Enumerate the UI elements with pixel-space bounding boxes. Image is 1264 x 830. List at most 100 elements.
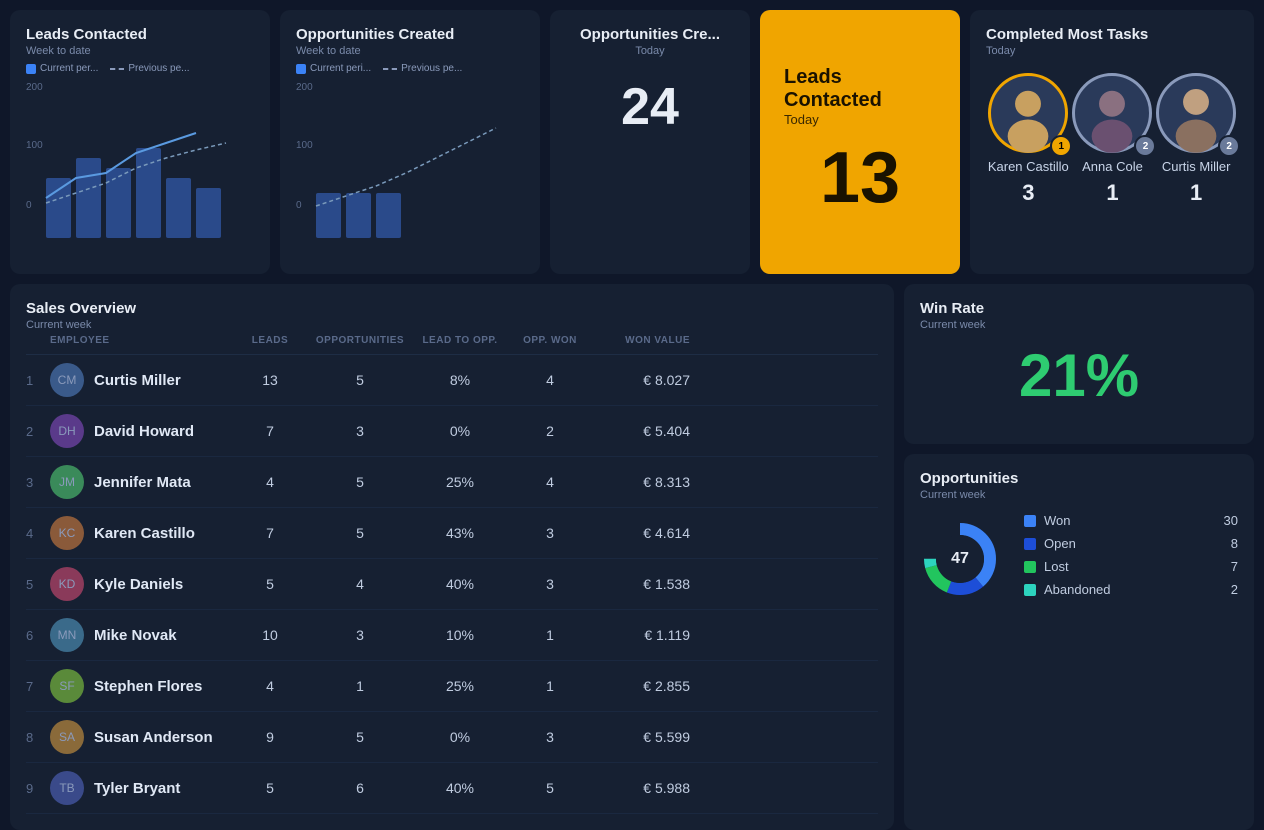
lead-to-opp-cell: 40%	[410, 780, 510, 796]
opp-won-cell: 3	[510, 729, 590, 745]
current-period-legend: Current per...	[26, 63, 98, 74]
leads-today-title: Leads Contacted	[784, 66, 936, 112]
employee-info: KD Kyle Daniels	[50, 567, 230, 601]
previous-period-label: Previous pe...	[128, 63, 189, 74]
leads-contacted-card: Leads Contacted Week to date Current per…	[10, 10, 270, 274]
donut-area: 47 Won 30 Open 8 Lost 7 Aba	[920, 513, 1238, 605]
won-value-cell: € 4.614	[590, 525, 690, 541]
performer-1: 1 Karen Castillo 3	[988, 73, 1069, 206]
leads-contacted-title: Leads Contacted	[26, 26, 254, 43]
opp-subtitle: Current week	[920, 489, 1238, 501]
table-row: 1 CM Curtis Miller 13 5 8% 4 € 8.027	[26, 355, 878, 406]
col-leads: LEADS	[230, 335, 310, 346]
col-employee: EMPLOYEE	[50, 335, 230, 346]
opp-current-dot	[296, 64, 306, 74]
opportunities-cell: 3	[310, 423, 410, 439]
rank-1-badge: 1	[1050, 135, 1072, 157]
top-performers: 1 Karen Castillo 3 2	[986, 73, 1238, 206]
leads-today-card: Leads Contacted Today 13	[760, 10, 960, 274]
leads-contacted-subtitle: Week to date	[26, 45, 254, 57]
col-won-value: WON VALUE	[590, 335, 690, 346]
won-value-cell: € 1.538	[590, 576, 690, 592]
tasks-subtitle: Today	[986, 45, 1238, 57]
legend-color	[1024, 515, 1036, 527]
lead-to-opp-cell: 25%	[410, 474, 510, 490]
employee-info: SA Susan Anderson	[50, 720, 230, 754]
donut-chart: 47	[920, 519, 1000, 599]
opportunities-cell: 4	[310, 576, 410, 592]
opp-won-cell: 2	[510, 423, 590, 439]
row-num: 8	[26, 730, 50, 745]
legend-color	[1024, 538, 1036, 550]
opp-previous-label: Previous pe...	[401, 63, 462, 74]
legend-label: Open	[1044, 536, 1076, 551]
lead-to-opp-cell: 25%	[410, 678, 510, 694]
leads-cell: 13	[230, 372, 310, 388]
opp-created-card: Opportunities Created Week to date Curre…	[280, 10, 540, 274]
leads-cell: 5	[230, 576, 310, 592]
opp-won-cell: 1	[510, 627, 590, 643]
row-num: 5	[26, 577, 50, 592]
opp-title: Opportunities	[920, 470, 1238, 487]
leads-cell: 9	[230, 729, 310, 745]
table-row: 4 KC Karen Castillo 7 5 43% 3 € 4.614	[26, 508, 878, 559]
leads-chart-svg: 200 100 0	[26, 78, 254, 253]
right-col: Win Rate Current week 21% Opportunities …	[904, 284, 1254, 830]
won-value-cell: € 2.855	[590, 678, 690, 694]
employee-info: DH David Howard	[50, 414, 230, 448]
opp-previous-dot	[383, 68, 397, 70]
opportunities-cell: 5	[310, 729, 410, 745]
performer-2-score: 1	[1106, 180, 1118, 206]
opp-won-cell: 4	[510, 372, 590, 388]
leads-contacted-chart: 200 100 0	[26, 78, 254, 258]
opp-won-cell: 3	[510, 525, 590, 541]
table-row: 9 TB Tyler Bryant 5 6 40% 5 € 5.988	[26, 763, 878, 814]
opp-previous-legend: Previous pe...	[383, 63, 462, 74]
employee-info: TB Tyler Bryant	[50, 771, 230, 805]
table-row: 3 JM Jennifer Mata 4 5 25% 4 € 8.313	[26, 457, 878, 508]
opportunities-card: Opportunities Current week	[904, 454, 1254, 830]
employee-avatar: JM	[50, 465, 84, 499]
leads-cell: 4	[230, 474, 310, 490]
legend-label: Abandoned	[1044, 582, 1111, 597]
row-num: 2	[26, 424, 50, 439]
lead-to-opp-cell: 8%	[410, 372, 510, 388]
employee-avatar: DH	[50, 414, 84, 448]
employee-info: JM Jennifer Mata	[50, 465, 230, 499]
lead-to-opp-cell: 10%	[410, 627, 510, 643]
opp-won-cell: 3	[510, 576, 590, 592]
employee-info: KC Karen Castillo	[50, 516, 230, 550]
donut-total: 47	[951, 550, 969, 568]
leads-cell: 7	[230, 525, 310, 541]
employee-avatar: TB	[50, 771, 84, 805]
leads-contacted-legend: Current per... Previous pe...	[26, 63, 254, 74]
row-num: 1	[26, 373, 50, 388]
legend-label: Lost	[1044, 559, 1069, 574]
employee-name: Curtis Miller	[94, 372, 181, 389]
legend-value: 7	[1231, 559, 1238, 574]
current-period-dot	[26, 64, 36, 74]
opp-legend-item: Lost 7	[1024, 559, 1238, 574]
rank-2-badge-curtis: 2	[1218, 135, 1240, 157]
performer-3: 2 Curtis Miller 1	[1156, 73, 1236, 206]
won-value-cell: € 5.404	[590, 423, 690, 439]
performer-2: 2 Anna Cole 1	[1072, 73, 1152, 206]
won-value-cell: € 1.119	[590, 627, 690, 643]
opp-legend-item: Won 30	[1024, 513, 1238, 528]
leads-cell: 7	[230, 423, 310, 439]
opp-won-cell: 5	[510, 780, 590, 796]
rank-2-badge-anna: 2	[1134, 135, 1156, 157]
opp-current-legend: Current peri...	[296, 63, 371, 74]
sales-overview-title: Sales Overview	[26, 300, 878, 317]
opp-legend-item: Open 8	[1024, 536, 1238, 551]
won-value-cell: € 5.599	[590, 729, 690, 745]
performer-1-name: Karen Castillo	[988, 159, 1069, 174]
employee-name: Karen Castillo	[94, 525, 195, 542]
win-rate-card: Win Rate Current week 21%	[904, 284, 1254, 444]
performer-1-score: 3	[1022, 180, 1034, 206]
svg-text:200: 200	[26, 82, 43, 93]
row-num: 4	[26, 526, 50, 541]
won-value-cell: € 8.313	[590, 474, 690, 490]
table-row: 7 SF Stephen Flores 4 1 25% 1 € 2.855	[26, 661, 878, 712]
opp-legend: Won 30 Open 8 Lost 7 Abandoned 2	[1024, 513, 1238, 605]
